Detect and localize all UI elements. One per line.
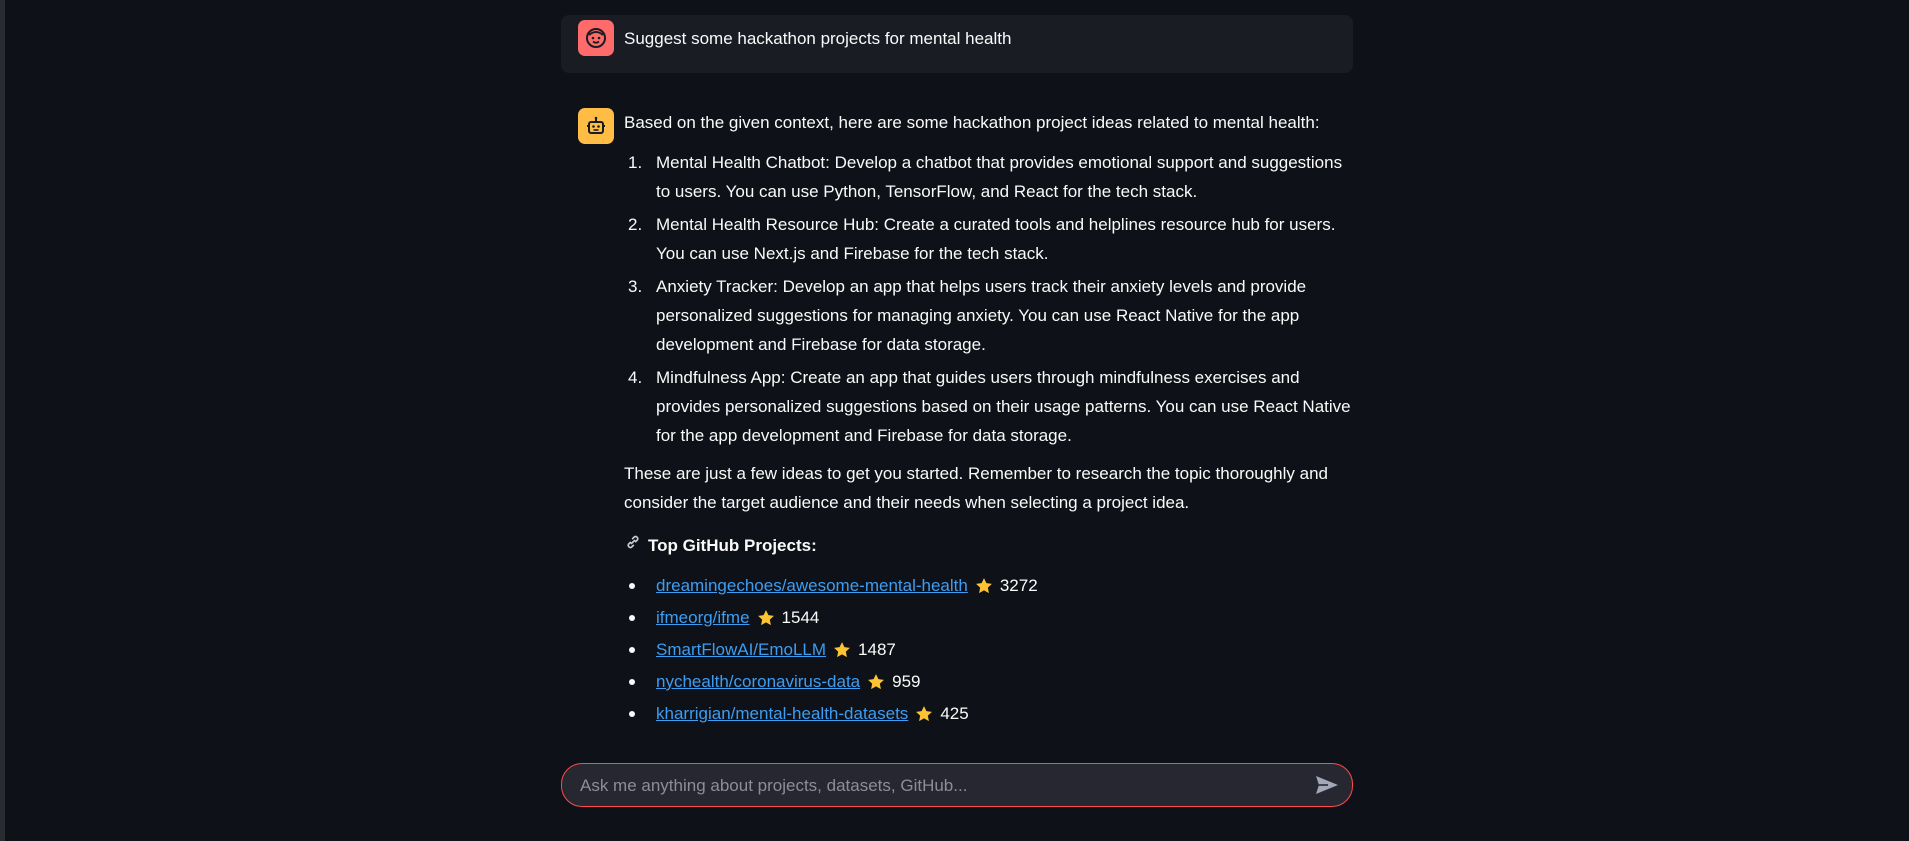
list-item-text: Mental Health Chatbot: Develop a chatbot… [656, 153, 1343, 201]
star-count: 3272 [999, 576, 1038, 595]
list-number: 4. [628, 368, 643, 387]
repo-link[interactable]: nychealth/coronavirus-data [656, 666, 860, 698]
window-left-edge [0, 0, 5, 841]
star-count: 1544 [781, 608, 820, 627]
star-icon [756, 608, 776, 628]
list-number: 3. [628, 277, 643, 296]
list-item: SmartFlowAI/EmoLLM 1487 [624, 634, 1353, 666]
list-item: kharrigian/mental-health-datasets 425 [624, 698, 1353, 730]
github-repo-list: dreamingechoes/awesome-mental-health 327… [624, 570, 1353, 730]
list-item: 4. Mindfulness App: Create an app that gu… [624, 363, 1353, 450]
chat-input-bar [561, 763, 1353, 808]
star-count: 425 [940, 704, 969, 723]
star-icon [866, 672, 886, 692]
github-heading: Top GitHub Projects: [624, 531, 1353, 560]
list-item: 3. Anxiety Tracker: Develop an app that h… [624, 272, 1353, 359]
send-icon[interactable] [1314, 773, 1340, 797]
assistant-message: Based on the given context, here are som… [624, 108, 1353, 730]
assistant-intro: Based on the given context, here are som… [624, 113, 1320, 132]
star-icon [832, 640, 852, 660]
chat-input[interactable] [578, 764, 1282, 808]
list-item-text: Anxiety Tracker: Develop an app that hel… [656, 277, 1307, 354]
repo-link[interactable]: ifmeorg/ifme [656, 602, 750, 634]
robot-icon [578, 108, 614, 144]
chat-container: Suggest some hackathon projects for ment… [561, 0, 1353, 750]
list-number: 1. [628, 153, 643, 172]
list-item: nychealth/coronavirus-data 959 [624, 666, 1353, 698]
list-item-text: Mental Health Resource Hub: Create a cur… [656, 215, 1336, 263]
star-icon [914, 704, 934, 724]
list-item: ifmeorg/ifme 1544 [624, 602, 1353, 634]
list-number: 2. [628, 215, 643, 234]
project-ideas-list: 1. Mental Health Chatbot: Develop a chatb… [624, 148, 1353, 450]
list-item: dreamingechoes/awesome-mental-health 327… [624, 570, 1353, 602]
star-count: 1487 [858, 640, 896, 659]
star-count: 959 [892, 672, 921, 691]
github-heading-text: Top GitHub Projects: [648, 536, 817, 555]
user-message: Suggest some hackathon projects for ment… [561, 15, 1353, 73]
repo-link[interactable]: kharrigian/mental-health-datasets [656, 698, 908, 730]
link-icon [624, 531, 642, 560]
assistant-outro: These are just a few ideas to get you st… [624, 464, 1328, 512]
star-icon [974, 576, 994, 596]
user-message-text: Suggest some hackathon projects for ment… [624, 29, 1012, 48]
face-icon [578, 20, 614, 56]
list-item-text: Mindfulness App: Create an app that guid… [656, 368, 1351, 445]
list-item: 2. Mental Health Resource Hub: Create a c… [624, 210, 1353, 268]
repo-link[interactable]: dreamingechoes/awesome-mental-health [656, 570, 968, 602]
list-item: 1. Mental Health Chatbot: Develop a chatb… [624, 148, 1353, 206]
repo-link[interactable]: SmartFlowAI/EmoLLM [656, 634, 826, 666]
